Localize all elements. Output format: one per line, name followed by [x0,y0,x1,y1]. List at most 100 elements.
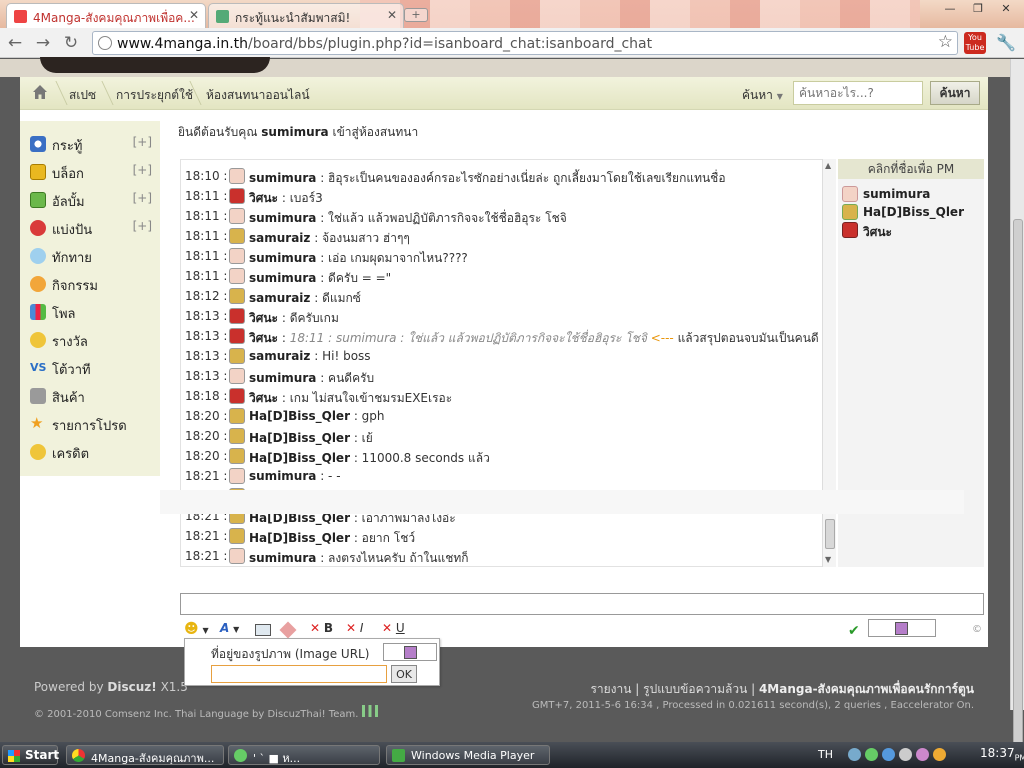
tray-network-icon[interactable] [848,748,861,761]
message-text: : จ้องนมสาว ฮ่าๆๆ [314,231,410,245]
message-user[interactable]: วิศนะ [249,311,278,325]
forward-icon[interactable]: → [32,33,54,53]
bookmark-star-icon[interactable]: ☆ [938,32,953,52]
sidebar-item-album[interactable]: อัลบั้ม [+] [30,189,152,211]
language-indicator[interactable]: TH [818,748,833,761]
italic-button[interactable]: ✕ I [346,621,363,639]
scroll-down-icon[interactable]: ▼ [825,555,831,564]
underline-button[interactable]: ✕ U [382,621,405,639]
maximize-icon[interactable]: ❐ [966,2,990,18]
report-link[interactable]: รายงาน [590,682,631,696]
message-user[interactable]: Ha[D]Biss_Qler [249,451,350,465]
sidebar-item-poll[interactable]: โพล [30,301,152,323]
sidebar-item-forum[interactable]: กระทู้ [+] [30,133,152,155]
message-body: samuraiz : จ้องนมสาว ฮ่าๆๆ [249,229,410,248]
expand-toggle[interactable]: [+] [133,191,152,205]
message-user[interactable]: samuraiz [249,291,310,305]
breadcrumb-chatroom[interactable]: ห้องสนทนาออนไลน์ [206,86,310,105]
chat-scroll-thumb[interactable] [825,519,835,549]
sidebar-item-activity[interactable]: กิจกรรม [30,273,152,295]
message-user[interactable]: วิศนะ [249,191,278,205]
message-user[interactable]: sumimura [249,251,316,265]
minimize-icon[interactable]: — [938,2,962,18]
taskbar-item-chrome[interactable]: 4Manga-สังคมคุณภาพ... [66,745,224,765]
send-button[interactable] [868,619,936,637]
reload-icon[interactable]: ↻ [60,33,82,53]
sidebar-item-credit[interactable]: เครดิต [30,441,152,463]
sidebar-item-debate[interactable]: VS โต้วาที [30,357,152,379]
breadcrumb-space[interactable]: สเปซ [69,86,96,105]
pm-user-name: วิศนะ [863,225,893,239]
message-user[interactable]: Ha[D]Biss_Qler [249,431,350,445]
sidebar-item-share[interactable]: แบ่งปัน [+] [30,217,152,239]
close-window-icon[interactable]: ✕ [994,2,1018,18]
tray-messenger-icon[interactable] [865,748,878,761]
message-user[interactable]: sumimura [249,171,316,185]
smiley-icon: ☻ [184,621,199,637]
tray-volume-icon[interactable] [899,748,912,761]
message-user[interactable]: samuraiz [249,349,310,363]
sidebar-item-favorites[interactable]: ★ รายการโปรด [30,413,152,435]
reward-icon [30,332,46,348]
page-scrollbar[interactable] [1010,59,1024,767]
message-user[interactable]: วิศนะ [249,331,278,345]
close-tab-icon[interactable]: ✕ [189,8,199,22]
sidebar-item-goods[interactable]: สินค้า [30,385,152,407]
message-user[interactable]: Ha[D]Biss_Qler [249,531,350,545]
expand-toggle[interactable]: [+] [133,219,152,233]
message-user[interactable]: sumimura [249,371,316,385]
ok-button[interactable]: OK [391,665,417,683]
search-scope-select[interactable]: ค้นหา ▼ [742,86,783,105]
message-body: วิศนะ : ดีครับเกม [249,309,339,328]
message-user[interactable]: sumimura [249,469,316,483]
bold-button[interactable]: ✕ B [310,621,333,639]
image-url-input[interactable] [211,665,387,683]
search-input[interactable] [793,81,923,105]
clock[interactable]: 18:37PM [980,746,1024,762]
tray-bluetooth-icon[interactable] [882,748,895,761]
tray-app-icon[interactable] [933,748,946,761]
plain-text-link[interactable]: รูปแบบข้อความล้วน [643,682,747,696]
message-text: : ดีครับเกม [281,311,339,325]
page-scroll-thumb[interactable] [1013,219,1023,767]
message-user[interactable]: sumimura [249,551,316,565]
taskbar-item-messenger[interactable]: ' ` ■ ห... [228,745,380,765]
insert-image-button[interactable] [255,621,271,639]
message-user[interactable]: samuraiz [249,231,310,245]
start-button[interactable]: Start [2,745,59,765]
message-time: 18:18 : [185,389,228,403]
message-user[interactable]: Ha[D]Biss_Qler [249,409,350,423]
search-button[interactable]: ค้นหา [930,81,980,105]
tab-4manga[interactable]: 4Manga-สังคมคุณภาพเพื่อค... ✕ [6,3,206,28]
tray-app-icon[interactable] [916,748,929,761]
site-name-link[interactable]: 4Manga-สังคมคุณภาพเพื่อคนรักการ์ตูน [759,682,974,696]
tab-recommended-thread[interactable]: กระทู้แนะนำสัมพาสมิ! ✕ [208,3,404,28]
wrench-menu-icon[interactable]: 🔧 [996,33,1016,52]
message-input[interactable] [180,593,984,615]
back-icon[interactable]: ← [4,33,26,53]
scroll-up-icon[interactable]: ▲ [825,161,831,170]
url-text[interactable]: www.4manga.in.th/board/bbs/plugin.php?id… [117,36,652,52]
home-icon[interactable] [32,84,48,100]
address-bar[interactable]: www.4manga.in.th/board/bbs/plugin.php?id… [92,31,958,55]
expand-toggle[interactable]: [+] [133,135,152,149]
message-user[interactable]: sumimura [249,271,316,285]
message-user[interactable]: วิศนะ [249,391,278,405]
powered-brand[interactable]: Discuz! [107,680,156,694]
expand-toggle[interactable]: [+] [133,163,152,177]
breadcrumb-apps[interactable]: การประยุกต์ใช้ [116,86,193,105]
new-tab-button[interactable]: + [404,8,428,22]
close-tab-icon[interactable]: ✕ [387,8,397,22]
sidebar-item-blog[interactable]: บล็อก [+] [30,161,152,183]
chevron-down-icon: ▼ [776,92,783,101]
taskbar-item-media-player[interactable]: Windows Media Player [386,745,550,765]
sidebar-item-reward[interactable]: รางวัล [30,329,152,351]
eraser-button[interactable] [279,621,297,639]
message-text: : ดีแมกซ์ [314,291,361,305]
youtube-extension-icon[interactable]: You Tube [964,32,986,54]
emoticon-button[interactable]: ☻ ▼ [184,621,209,639]
page-info-icon[interactable] [98,36,112,50]
message-user[interactable]: sumimura [249,211,316,225]
font-color-button[interactable]: A ▼ [220,621,239,639]
sidebar-item-greet[interactable]: ทักทาย [30,245,152,267]
